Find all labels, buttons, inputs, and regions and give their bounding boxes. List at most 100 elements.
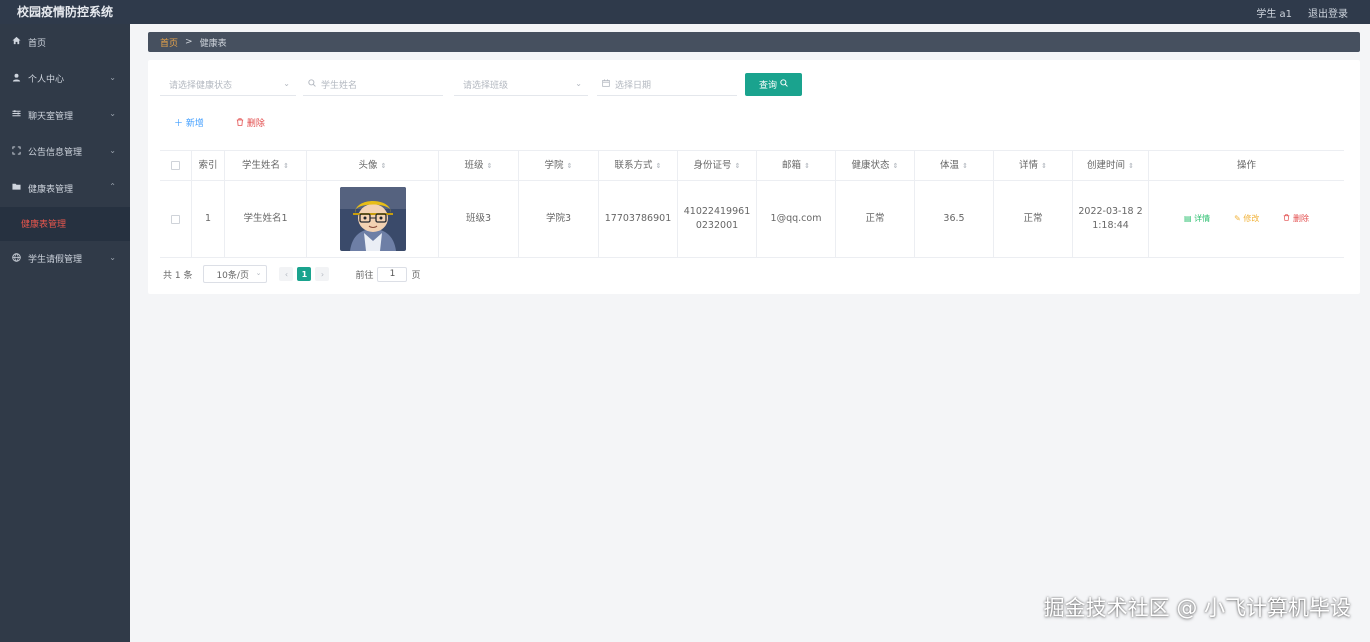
chevron-down-icon: ⌄	[109, 145, 116, 155]
select-all-checkbox[interactable]	[171, 161, 180, 170]
top-bar: 校园疫情防控系统 学生 a1 退出登录	[0, 0, 1370, 24]
row-actions: ▤ 详情 ✎ 修改 删除	[1184, 212, 1309, 226]
next-page-button[interactable]: ›	[315, 267, 330, 281]
sidebar: 首页 个人中心 ⌄ 聊天室管理 ⌄ 公告信息管理 ⌄ 健康表管理 ⌃ 健康表管理…	[0, 24, 130, 642]
header-college[interactable]: 学院 ⇕	[519, 151, 599, 180]
sort-icon: ⇕	[1128, 161, 1134, 170]
sidebar-item-label: 公告信息管理	[28, 148, 83, 159]
chevron-right-icon: ›	[320, 269, 325, 279]
sidebar-item-label: 学生请假管理	[28, 255, 83, 266]
row-delete-button[interactable]: 删除	[1283, 212, 1309, 226]
header-created[interactable]: 创建时间 ⇕	[1073, 151, 1149, 180]
header-class[interactable]: 班级 ⇕	[439, 151, 519, 180]
table-header: 索引 学生姓名 ⇕ 头像 ⇕ 班级 ⇕ 学院 ⇕ 联系方式 ⇕ 身份证号 ⇕ 邮箱 ⇕ 健康状…	[160, 150, 1344, 181]
trash-icon	[1283, 214, 1293, 223]
header-label: 班级	[464, 159, 484, 171]
sidebar-item-home[interactable]: 首页	[0, 24, 130, 61]
prev-page-button[interactable]: ‹	[279, 267, 294, 281]
chevron-down-icon: ⌄	[575, 79, 582, 88]
sidebar-item-health-management[interactable]: 健康表管理 ⌃	[0, 170, 130, 207]
edit-button[interactable]: ✎ 修改	[1234, 212, 1259, 226]
chevron-down-icon: ⌄	[109, 109, 116, 118]
header-detail[interactable]: 详情 ⇕	[994, 151, 1073, 180]
app-title: 校园疫情防控系统	[17, 5, 114, 19]
header-label: 身份证号	[693, 159, 732, 171]
cell-index: 1	[192, 181, 225, 257]
add-button[interactable]: ＋ 新增	[174, 116, 204, 129]
sort-icon: ⇕	[283, 161, 289, 170]
sidebar-item-announcements[interactable]: 公告信息管理 ⌄	[0, 134, 130, 171]
sidebar-item-label: 健康表管理	[28, 184, 74, 195]
header-label: 索引	[198, 159, 218, 171]
delete-button[interactable]: 删除	[236, 116, 265, 129]
current-user: 学生 a1	[1256, 9, 1292, 20]
page-suffix: 页	[411, 270, 421, 281]
query-button[interactable]: 查询	[745, 73, 802, 96]
sidebar-subitem-health-table[interactable]: 健康表管理	[0, 206, 130, 241]
sidebar-item-leave-management[interactable]: 学生请假管理 ⌄	[0, 241, 130, 278]
chevron-down-icon: ⌄	[255, 269, 262, 277]
header-email[interactable]: 邮箱 ⇕	[757, 151, 836, 180]
sidebar-item-chatroom[interactable]: 聊天室管理 ⌄	[0, 97, 130, 134]
sort-icon: ⇕	[734, 161, 741, 170]
cell-detail: 正常	[994, 181, 1073, 257]
health-table: 索引 学生姓名 ⇕ 头像 ⇕ 班级 ⇕ 学院 ⇕ 联系方式 ⇕ 身份证号 ⇕ 邮箱 ⇕ 健康状…	[160, 150, 1344, 258]
row-delete-button-label: 删除	[1292, 214, 1309, 223]
sort-icon: ⇕	[486, 161, 493, 170]
breadcrumb-home[interactable]: 首页	[160, 36, 178, 49]
header-temp[interactable]: 体温 ⇕	[915, 151, 994, 180]
total-count: 共 1 条	[163, 270, 193, 281]
edit-icon: ✎	[1234, 214, 1241, 223]
student-name-placeholder: 学生姓名	[321, 80, 358, 91]
header-id-card[interactable]: 身份证号 ⇕	[678, 151, 757, 180]
trash-icon	[236, 118, 247, 129]
header-avatar[interactable]: 头像 ⇕	[307, 151, 439, 180]
goto-page-input[interactable]	[377, 266, 408, 282]
sidebar-item-personal-center[interactable]: 个人中心 ⌄	[0, 61, 130, 98]
cell-college: 学院3	[519, 181, 599, 257]
health-status-placeholder: 请选择健康状态	[169, 80, 233, 91]
date-placeholder: 选择日期	[615, 80, 652, 91]
header-index: 索引	[192, 151, 225, 180]
logout-link[interactable]: 退出登录	[1308, 5, 1348, 20]
sort-icon: ⇕	[804, 161, 810, 170]
chevron-down-icon: ⌄	[109, 252, 116, 262]
home-icon	[11, 36, 22, 48]
row-checkbox[interactable]	[171, 214, 180, 224]
header-phone[interactable]: 联系方式 ⇕	[599, 151, 678, 180]
sort-icon: ⇕	[380, 161, 387, 170]
student-name-input[interactable]: 学生姓名	[303, 73, 443, 96]
chevron-left-icon: ‹	[284, 269, 289, 279]
page-number-current[interactable]: 1	[297, 267, 312, 281]
user-icon	[11, 73, 22, 85]
header-label: 联系方式	[614, 159, 653, 171]
sliders-icon	[11, 109, 22, 121]
main-card: 请选择健康状态 ⌄ 学生姓名 请选择班级 ⌄ 选择日期 查询 ＋ 新增 删除 索…	[148, 60, 1360, 294]
class-select[interactable]: 请选择班级 ⌄	[454, 73, 588, 96]
page-size-value: 10条/页	[216, 270, 249, 281]
header-label: 操作	[1236, 159, 1256, 171]
date-picker[interactable]: 选择日期	[597, 73, 737, 96]
chevron-up-icon: ⌃	[109, 182, 116, 191]
pagination: 共 1 条 10条/页 ⌄ ‹ 1 › 前往 页	[163, 265, 420, 283]
globe-icon	[11, 253, 22, 265]
page-size-select[interactable]: 10条/页 ⌄	[203, 265, 268, 283]
chevron-down-icon: ⌄	[283, 79, 290, 88]
delete-button-label: 删除	[246, 119, 265, 129]
cell-id-card: 410224199610232001	[678, 181, 757, 257]
detail-button[interactable]: ▤ 详情	[1184, 212, 1210, 226]
health-status-select[interactable]: 请选择健康状态 ⌄	[160, 73, 296, 96]
breadcrumb-separator: >	[185, 37, 193, 47]
cell-temp: 36.5	[915, 181, 994, 257]
table-row: 1 学生姓名1 班级3 学院3 17703786901 410224199610…	[160, 181, 1344, 258]
watermark: 掘金技术社区 @ 小飞计算机毕设	[1043, 596, 1351, 620]
cell-ops: ▤ 详情 ✎ 修改 删除	[1149, 181, 1344, 257]
header-ops: 操作	[1149, 151, 1344, 180]
avatar	[339, 187, 406, 251]
folder-icon	[11, 182, 22, 194]
search-icon	[308, 78, 316, 90]
header-health[interactable]: 健康状态 ⇕	[836, 151, 915, 180]
cell-email: 1@qq.com	[757, 181, 836, 257]
header-name[interactable]: 学生姓名 ⇕	[225, 151, 307, 180]
header-label: 头像	[358, 159, 378, 171]
